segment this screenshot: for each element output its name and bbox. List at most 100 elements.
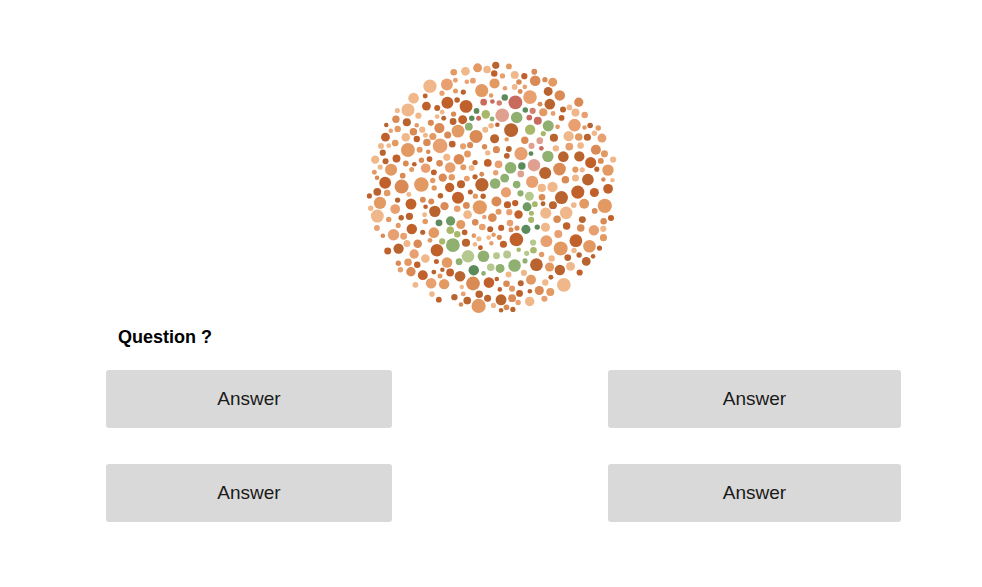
plate-dot	[557, 278, 571, 292]
plate-dot	[516, 248, 521, 253]
plate-dot	[515, 300, 520, 305]
plate-dot	[496, 264, 505, 273]
plate-dot	[372, 170, 377, 175]
plate-dot	[488, 123, 493, 128]
plate-dot	[510, 307, 515, 312]
plate-dot	[572, 174, 579, 181]
plate-dot	[539, 252, 544, 257]
plate-dot	[591, 145, 601, 155]
plate-dot	[525, 192, 534, 201]
plate-dot	[470, 78, 476, 84]
plate-dot	[466, 277, 480, 291]
plate-dot	[598, 199, 612, 213]
plate-dot	[451, 111, 456, 116]
plate-dot	[392, 140, 399, 147]
plate-dot	[597, 246, 602, 251]
plate-dot	[384, 190, 391, 197]
plate-dot	[523, 202, 532, 211]
plate-dot	[400, 233, 407, 240]
plate-dot	[547, 182, 557, 192]
plate-dot	[469, 265, 479, 275]
plate-dot	[434, 123, 444, 133]
answer-button[interactable]: Answer	[106, 464, 392, 522]
plate-dot	[587, 123, 593, 129]
plate-dot	[575, 133, 583, 141]
plate-dot	[454, 154, 465, 165]
color-plate	[363, 58, 623, 318]
plate-dot	[514, 225, 519, 230]
plate-dot	[495, 108, 509, 122]
plate-dot	[549, 201, 557, 209]
plate-dot	[571, 109, 579, 117]
plate-dot	[406, 192, 411, 197]
plate-dot	[542, 151, 553, 162]
plate-dot	[583, 240, 596, 253]
plate-dot	[530, 239, 536, 245]
plate-dot	[396, 261, 401, 266]
plate-dot	[415, 113, 421, 119]
plate-dot	[393, 243, 403, 253]
plate-dot	[386, 217, 391, 222]
plate-dot	[426, 278, 437, 289]
plate-dot	[439, 238, 445, 244]
plate-dot	[419, 157, 424, 162]
question-label: Question ?	[118, 326, 982, 348]
plate-dot	[577, 142, 584, 149]
plate-dot	[418, 270, 428, 280]
plate-dot	[409, 249, 418, 258]
plate-dot	[378, 165, 383, 170]
plate-dot	[410, 128, 417, 135]
plate-dot	[610, 178, 614, 182]
plate-dot	[571, 248, 576, 253]
plate-dot	[528, 217, 534, 223]
plate-dot	[514, 210, 522, 218]
plate-dot	[582, 174, 594, 186]
plate-dot	[395, 197, 400, 202]
plate-dot	[449, 141, 456, 148]
plate-dot	[440, 202, 448, 210]
plate-dot	[503, 86, 508, 91]
plate-dot	[554, 241, 568, 255]
plate-dot	[436, 297, 442, 303]
plate-dot	[493, 170, 498, 175]
plate-dot	[571, 186, 584, 199]
answer-button[interactable]: Answer	[608, 464, 901, 522]
plate-dot	[446, 227, 454, 235]
plate-dot	[472, 219, 479, 226]
plate-dot	[402, 133, 411, 142]
plate-dot	[487, 264, 494, 271]
answer-button[interactable]: Answer	[608, 370, 901, 428]
plate-dot	[400, 173, 406, 179]
plate-dot	[543, 120, 554, 131]
plate-dot	[434, 105, 440, 111]
plate-dot	[539, 167, 551, 179]
plate-dot	[558, 151, 569, 162]
plate-dot	[512, 84, 518, 90]
plate-dot	[473, 194, 478, 199]
plate-dot	[452, 125, 465, 138]
plate-dot	[493, 146, 500, 153]
plate-dot	[571, 202, 577, 208]
answer-button[interactable]: Answer	[106, 370, 392, 428]
plate-dot	[534, 117, 542, 125]
plate-dot	[440, 110, 445, 115]
plate-dot	[431, 169, 437, 175]
plate-dot	[490, 99, 495, 104]
plate-dot	[371, 210, 384, 223]
plate-dot	[473, 63, 482, 72]
plate-dot	[455, 271, 466, 282]
plate-dot	[594, 167, 599, 172]
plate-dot	[441, 79, 453, 91]
plate-dot	[517, 171, 524, 178]
plate-dot	[414, 262, 420, 268]
plate-dot	[601, 150, 608, 157]
plate-dot	[532, 201, 538, 207]
plate-dot	[541, 223, 550, 232]
plate-dot	[494, 277, 499, 282]
plate-dot	[480, 99, 487, 106]
plate-dot	[443, 154, 450, 161]
plate-dot	[507, 220, 514, 227]
plate-dot	[603, 184, 613, 194]
plate-dot	[596, 125, 601, 130]
plate-dot	[419, 127, 425, 133]
